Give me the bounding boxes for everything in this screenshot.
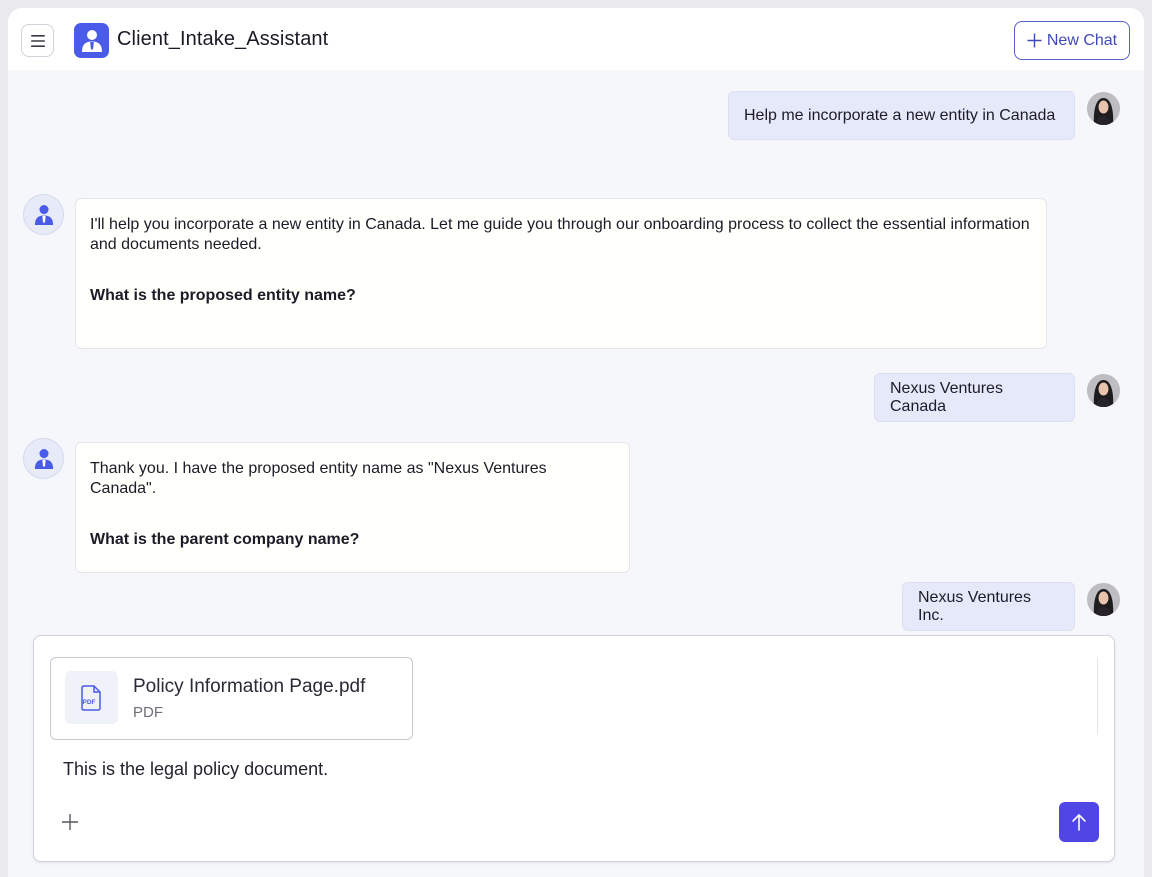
user-message-text: Nexus Ventures Inc.: [918, 588, 1031, 624]
plus-icon: [62, 814, 78, 830]
app-window: Client_Intake_Assistant New Chat Help me…: [8, 8, 1144, 877]
user-avatar: [1087, 374, 1120, 407]
file-icon-container: PDF: [65, 671, 118, 724]
user-message: Help me incorporate a new entity in Cana…: [728, 91, 1075, 140]
user-message: Nexus Ventures Canada: [874, 373, 1075, 422]
assistant-message-text: I'll help you incorporate a new entity i…: [90, 216, 1030, 253]
chat-transcript: Help me incorporate a new entity in Cana…: [8, 70, 1144, 636]
user-photo-icon: [1087, 583, 1120, 616]
assistant-avatar: [23, 194, 64, 235]
assistant-question: What is the parent company name?: [90, 531, 360, 548]
message-input[interactable]: This is the legal policy document.: [63, 759, 328, 780]
assistant-person-icon: [34, 204, 53, 225]
app-logo: [74, 23, 109, 58]
assistant-person-icon: [81, 29, 102, 52]
user-message-text: Nexus Ventures Canada: [890, 379, 1003, 415]
assistant-avatar: [23, 438, 64, 479]
app-title: Client_Intake_Assistant: [117, 28, 329, 50]
svg-text:PDF: PDF: [82, 699, 95, 706]
new-chat-button[interactable]: New Chat: [1014, 21, 1130, 60]
top-bar: Client_Intake_Assistant New Chat: [8, 8, 1144, 70]
pdf-file-icon: PDF: [80, 684, 101, 711]
assistant-person-icon: [34, 448, 53, 469]
composer-scrollbar[interactable]: [1097, 657, 1098, 735]
message-composer: PDF Policy Information Page.pdf PDF This…: [33, 635, 1115, 862]
plus-icon: [1027, 33, 1042, 48]
attachment-filename: Policy Information Page.pdf: [133, 676, 366, 697]
assistant-message: Thank you. I have the proposed entity na…: [75, 442, 630, 573]
arrow-up-icon: [1072, 814, 1086, 831]
menu-button[interactable]: [21, 24, 54, 57]
user-avatar: [1087, 92, 1120, 125]
add-attachment-button[interactable]: [58, 810, 82, 834]
user-message-text: Help me incorporate a new entity in Cana…: [744, 106, 1056, 124]
assistant-question: What is the proposed entity name?: [90, 287, 356, 304]
assistant-message-text: Thank you. I have the proposed entity na…: [90, 460, 547, 497]
user-photo-icon: [1087, 374, 1120, 407]
assistant-message: I'll help you incorporate a new entity i…: [75, 198, 1047, 349]
user-avatar: [1087, 583, 1120, 616]
user-photo-icon: [1087, 92, 1120, 125]
attachment-filetype: PDF: [133, 704, 163, 721]
send-button[interactable]: [1059, 802, 1099, 842]
hamburger-menu-icon: [30, 34, 45, 47]
user-message: Nexus Ventures Inc.: [902, 582, 1075, 631]
attachment-card[interactable]: PDF Policy Information Page.pdf PDF: [50, 657, 413, 740]
new-chat-label: New Chat: [1046, 31, 1118, 49]
